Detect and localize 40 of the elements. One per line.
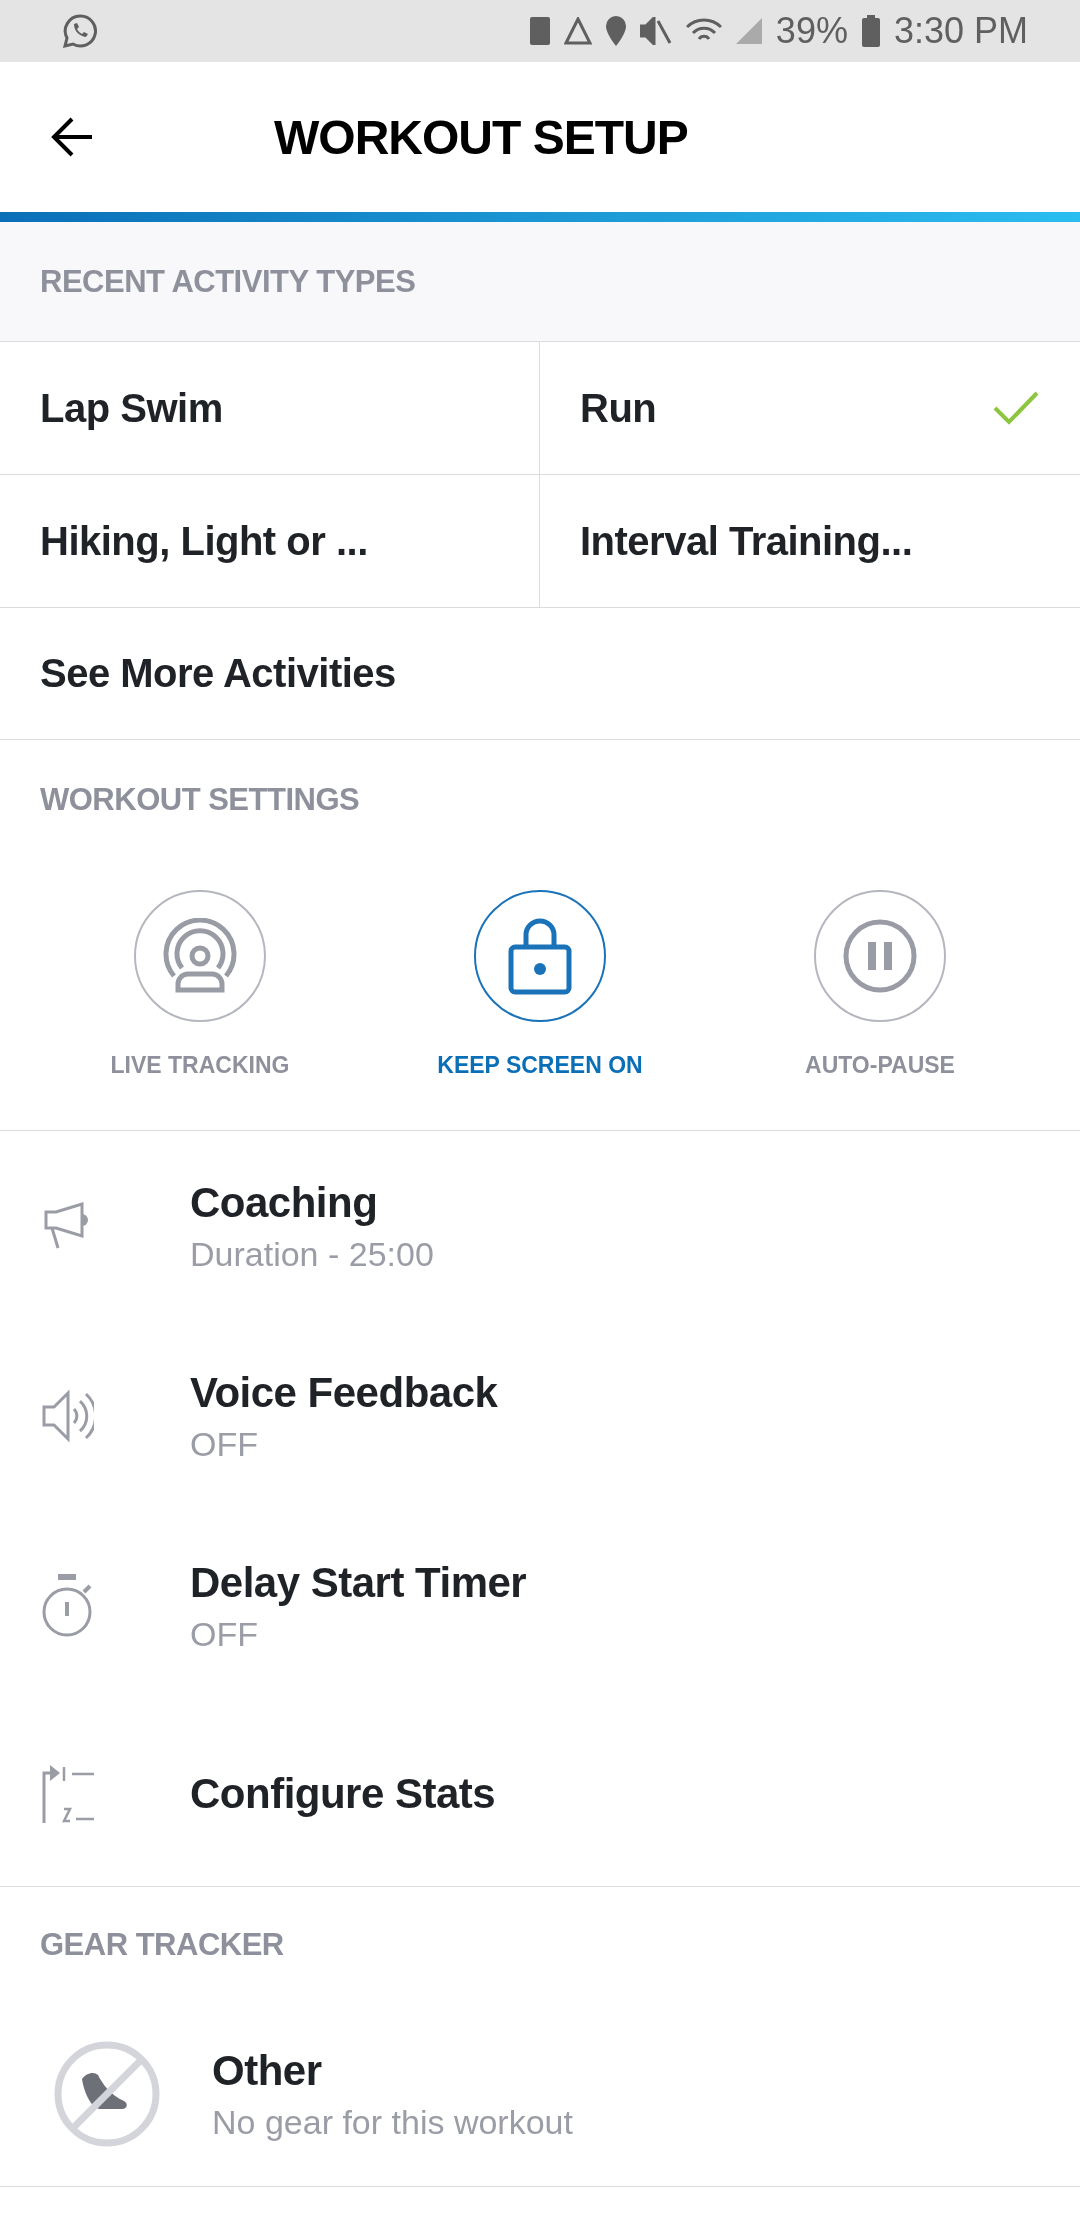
setting-title: Configure Stats xyxy=(190,1769,496,1818)
mute-icon xyxy=(639,17,672,45)
numbered-list-icon xyxy=(42,1762,96,1825)
section-heading: RECENT ACTIVITY TYPES xyxy=(40,263,416,300)
activity-label: Interval Training... xyxy=(580,518,913,564)
pause-icon xyxy=(842,918,918,994)
section-heading: WORKOUT SETTINGS xyxy=(40,782,360,818)
setting-row[interactable]: Coaching Duration - 25:00 xyxy=(0,1131,1080,1321)
padlock-icon xyxy=(508,917,572,995)
activity-option[interactable]: Interval Training... xyxy=(540,475,1080,608)
page-title: WORKOUT SETUP xyxy=(274,109,688,165)
clock-time: 3:30 PM xyxy=(893,10,1028,52)
setting-toggle[interactable]: KEEP SCREEN ON xyxy=(390,890,690,1079)
gear-value: No gear for this workout xyxy=(212,2102,573,2142)
battery-icon xyxy=(861,15,880,47)
speaker-icon xyxy=(42,1389,94,1443)
location-icon xyxy=(605,16,626,46)
activity-option[interactable]: Lap Swim xyxy=(0,342,540,475)
battery-percentage: 39% xyxy=(775,10,848,52)
activity-option[interactable]: Run xyxy=(540,342,1080,475)
activity-label: Hiking, Light or ... xyxy=(40,518,368,564)
setting-value: Duration - 25:00 xyxy=(190,1234,434,1274)
live-tracking-icon xyxy=(162,918,238,994)
gear-row[interactable]: Other No gear for this workout xyxy=(0,2002,1080,2186)
chat-icon xyxy=(62,13,98,49)
no-shoe-icon xyxy=(54,2041,160,2147)
setting-row[interactable]: Voice Feedback OFF xyxy=(0,1321,1080,1511)
activity-label: Run xyxy=(580,385,657,431)
section-heading: GEAR TRACKER xyxy=(40,1926,284,1963)
activity-option[interactable]: Hiking, Light or ... xyxy=(0,475,540,608)
setting-row[interactable]: Delay Start Timer OFF xyxy=(0,1511,1080,1701)
setting-title: Coaching xyxy=(190,1178,379,1227)
setting-row[interactable]: Configure Stats xyxy=(0,1701,1080,1886)
setting-title: Voice Feedback xyxy=(190,1368,498,1417)
signal-icon xyxy=(735,18,762,44)
gear-title: Other xyxy=(212,2046,323,2095)
setting-title: Delay Start Timer xyxy=(190,1558,527,1607)
activity-label: Lap Swim xyxy=(40,385,223,431)
setting-value: OFF xyxy=(190,1614,259,1654)
setting-value: OFF xyxy=(190,1424,259,1464)
